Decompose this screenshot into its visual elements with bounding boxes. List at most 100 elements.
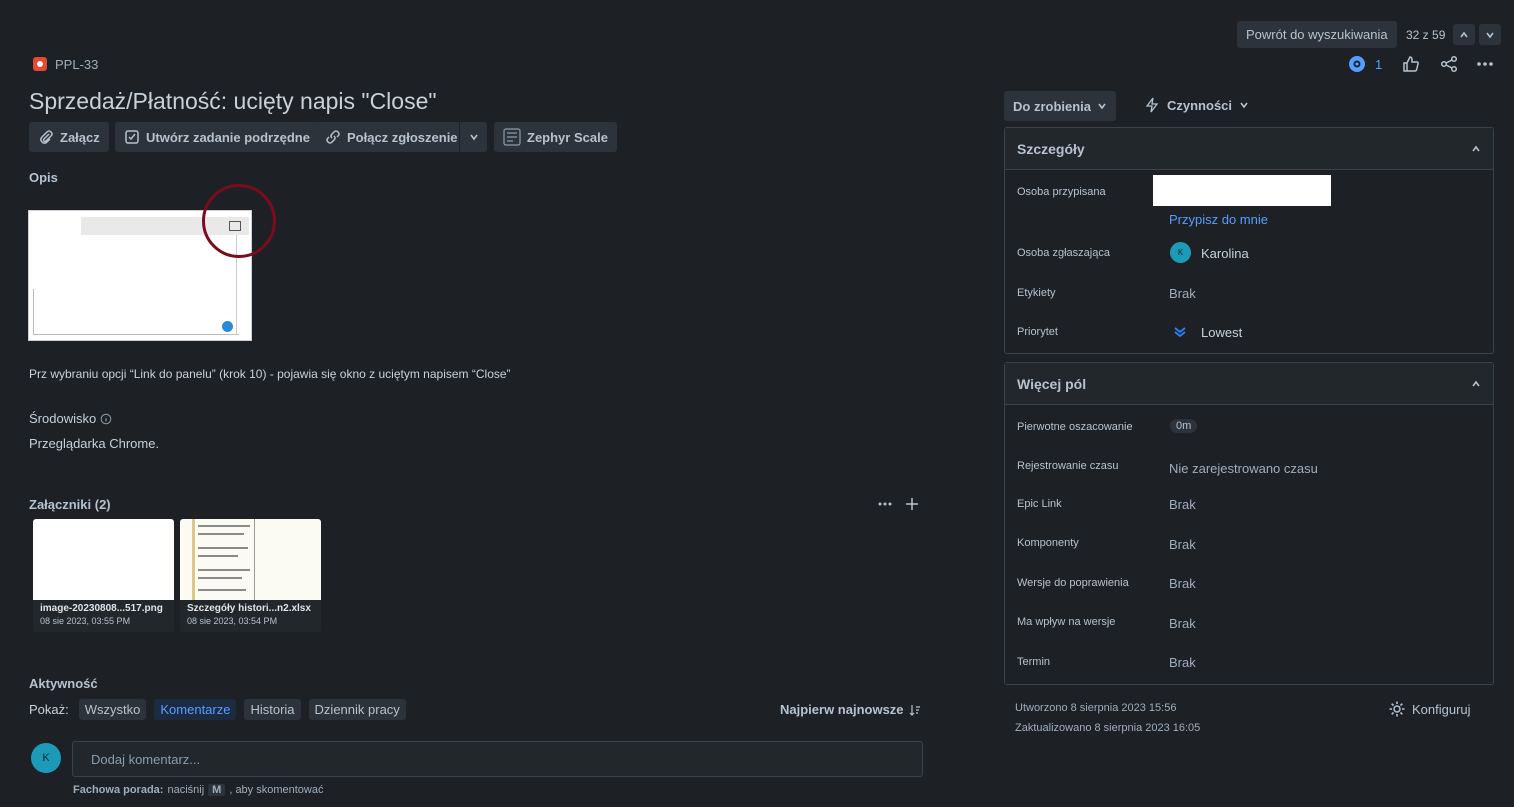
tip-middle: naciśnij [167, 784, 205, 796]
eye-icon [1349, 56, 1365, 72]
affects-versions-label: Ma wpływ na wersje [1017, 616, 1116, 628]
previous-issue-button[interactable] [1453, 24, 1475, 45]
chevron-up-icon [1472, 380, 1480, 386]
status-dropdown[interactable]: Do zrobienia [1004, 91, 1117, 121]
reporter-name[interactable]: Karolina [1201, 246, 1249, 261]
assign-to-me-link[interactable]: Przypisz do mnie [1169, 212, 1268, 227]
attachment-name: Szczegóły histori...n2.xlsx [187, 603, 311, 614]
time-tracking-label: Rejestrowanie czasu [1017, 460, 1119, 472]
epic-link-label: Epic Link [1017, 498, 1062, 510]
affects-versions-value[interactable]: Brak [1169, 616, 1196, 631]
comment-placeholder: Dodaj komentarz... [91, 751, 201, 767]
zephyr-scale-button[interactable]: Zephyr Scale [494, 122, 617, 152]
filter-comments[interactable]: Komentarze [154, 699, 237, 720]
configure-label: Konfiguruj [1412, 701, 1471, 717]
reporter-avatar: K [1170, 242, 1191, 263]
avatar: K [31, 743, 61, 773]
actions-dropdown[interactable]: Czynności [1144, 97, 1249, 113]
create-subtask-label: Utwórz zadanie podrzędne [146, 129, 310, 145]
like-button[interactable] [1402, 55, 1420, 73]
attachments-more-button[interactable] [878, 497, 892, 511]
attachment-card[interactable]: Szczegóły histori...n2.xlsx 08 sie 2023,… [180, 519, 321, 632]
fix-versions-label: Wersje do poprawienia [1017, 577, 1129, 589]
configure-button[interactable]: Konfiguruj [1388, 700, 1471, 718]
time-tracking-value[interactable]: Nie zarejestrowano czasu [1169, 461, 1318, 476]
attachments-heading: Załączniki (2) [29, 497, 111, 512]
filter-all[interactable]: Wszystko [78, 699, 147, 720]
watch-count: 1 [1375, 56, 1383, 72]
back-to-search-button[interactable]: Powrót do wyszukiwania [1237, 21, 1397, 48]
original-estimate-badge[interactable]: 0m [1170, 419, 1198, 433]
attach-button[interactable]: Załącz [29, 122, 109, 152]
chevron-down-icon [469, 134, 478, 141]
more-fields-panel-header[interactable]: Więcej pól [1005, 363, 1493, 405]
assignee-label: Osoba przypisana [1017, 186, 1106, 198]
fix-versions-value[interactable]: Brak [1169, 576, 1196, 591]
tip-prefix: Fachowa porada: [73, 784, 164, 796]
original-estimate-label: Pierwotne oszacowanie [1017, 421, 1133, 433]
comment-tip: Fachowa porada: naciśnij M , aby skoment… [73, 784, 323, 796]
attachment-date: 08 sie 2023, 03:54 PM [187, 616, 278, 626]
check-badge-icon [222, 321, 233, 332]
annotation-circle [202, 184, 276, 258]
paperclip-icon [40, 130, 53, 144]
zephyr-scale-label: Zephyr Scale [527, 129, 608, 145]
description-heading: Opis [29, 170, 58, 185]
link-issue-dropdown[interactable] [459, 122, 487, 152]
create-subtask-button[interactable]: Utwórz zadanie podrzędne [115, 122, 319, 152]
watch-button[interactable]: 1 [1347, 55, 1382, 73]
environment-heading: Środowisko [29, 411, 97, 426]
share-button[interactable] [1440, 55, 1458, 73]
filter-worklog[interactable]: Dziennik pracy [308, 699, 406, 720]
epic-link-value[interactable]: Brak [1169, 497, 1196, 512]
back-to-search-label: Powrót do wyszukiwania [1246, 27, 1388, 42]
tip-key: M [208, 784, 226, 796]
add-attachment-button[interactable] [905, 497, 919, 511]
show-label: Pokaż: [29, 702, 69, 717]
issue-title[interactable]: Sprzedaż/Płatność: ucięty napis "Close" [29, 88, 437, 115]
bug-icon [33, 57, 47, 71]
thumbs-up-icon [1403, 56, 1419, 72]
subtask-icon [125, 130, 139, 144]
info-icon[interactable] [100, 413, 112, 425]
sort-label: Najpierw najnowsze [780, 702, 904, 717]
filter-history[interactable]: Historia [244, 699, 301, 720]
assignee-field[interactable] [1153, 175, 1331, 206]
more-actions-button[interactable] [1476, 55, 1494, 73]
priority-value[interactable]: Lowest [1201, 325, 1242, 340]
attachment-date: 08 sie 2023, 03:55 PM [40, 616, 131, 626]
status-label: Do zrobienia [1013, 98, 1092, 114]
environment-text: Przeglądarka Chrome. [29, 436, 160, 451]
priority-label: Priorytet [1017, 326, 1058, 338]
comment-input[interactable]: Dodaj komentarz... [72, 741, 923, 777]
details-heading: Szczegóły [1017, 140, 1085, 157]
link-issue-button[interactable]: Połącz zgłoszenie [316, 122, 467, 152]
reporter-label: Osoba zgłaszająca [1017, 247, 1110, 259]
chevron-down-icon [1098, 103, 1106, 110]
due-date-value[interactable]: Brak [1169, 655, 1196, 670]
more-icon [878, 502, 892, 506]
chevron-down-icon [1486, 32, 1494, 38]
chevron-down-icon [1240, 102, 1248, 109]
gear-icon [1389, 701, 1405, 717]
labels-value[interactable]: Brak [1169, 286, 1196, 301]
more-fields-panel: Więcej pól Pierwotne oszacowanie 0m Reje… [1004, 362, 1494, 685]
components-label: Komponenty [1017, 537, 1079, 549]
sort-order-button[interactable]: Najpierw najnowsze [780, 702, 921, 717]
next-issue-button[interactable] [1479, 24, 1501, 45]
updated-timestamp: Zaktualizowano 8 sierpnia 2023 16:05 [1015, 722, 1201, 734]
attachment-card[interactable]: image-20230808...517.png 08 sie 2023, 03… [33, 519, 174, 632]
labels-label: Etykiety [1017, 287, 1056, 299]
components-value[interactable]: Brak [1169, 537, 1196, 552]
activity-heading: Aktywność [29, 676, 98, 691]
issue-counter: 32 z 59 [1406, 28, 1446, 42]
attachment-thumbnail [180, 519, 321, 600]
more-fields-heading: Więcej pól [1017, 375, 1087, 392]
attachment-thumbnail [33, 519, 174, 600]
attachment-name: image-20230808...517.png [40, 603, 163, 614]
actions-label: Czynności [1167, 97, 1233, 113]
issue-key[interactable]: PPL-33 [55, 57, 98, 72]
lightning-icon [1145, 97, 1159, 113]
attach-label: Załącz [60, 129, 100, 145]
details-panel-header[interactable]: Szczegóły [1005, 128, 1493, 170]
